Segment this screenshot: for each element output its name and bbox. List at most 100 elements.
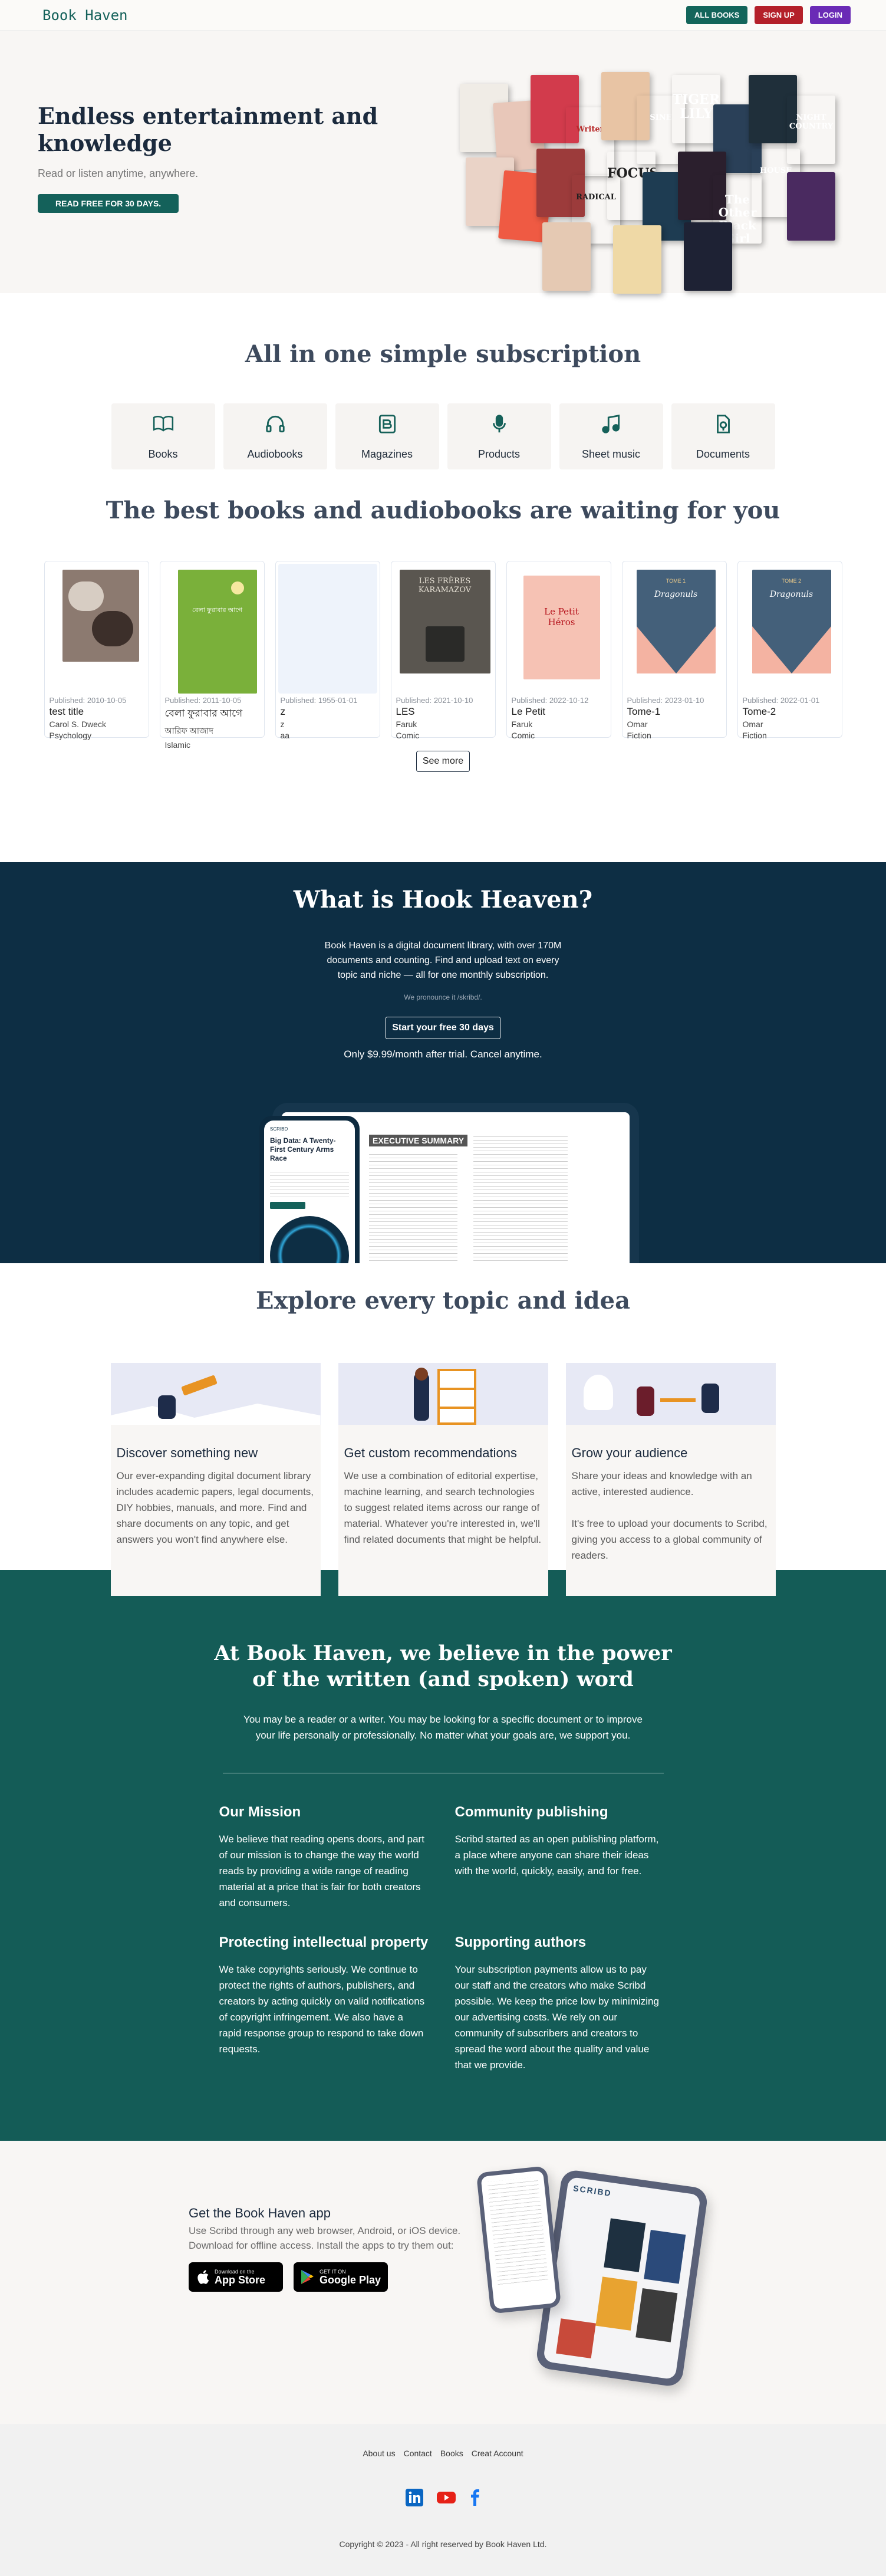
start-free-trial-button[interactable]: Start your free 30 days (386, 1017, 500, 1039)
category-list: Books Audiobooks Magazines Products Shee… (0, 403, 886, 469)
google-play-badge[interactable]: GET IT ON Google Play (294, 2262, 388, 2292)
explore-card-list: Discover something new Our ever-expandin… (0, 1363, 886, 1596)
category-sheet-music[interactable]: Sheet music (559, 403, 663, 469)
category-magazines[interactable]: Magazines (335, 403, 439, 469)
google-play-big-text: Google Play (320, 2274, 381, 2286)
explore-card: Grow your audience Share your ideas and … (565, 1363, 776, 1596)
book-cover-image (787, 172, 835, 241)
value-text: Your subscription payments allow us to p… (454, 1964, 659, 2071)
explore-card-text: Share your ideas and knowledge with an a… (571, 1470, 752, 1497)
book-author: Faruk (511, 719, 533, 729)
what-is-section: What is Hook Heaven? Book Haven is a dig… (0, 862, 886, 1263)
book-cover: LES FRÈRES KARAMAZOV (393, 564, 493, 694)
footer-link-about[interactable]: About us (363, 2449, 395, 2458)
sign-up-button[interactable]: SIGN UP (755, 6, 803, 24)
value-item: Supporting authors Your subscription pay… (455, 1933, 667, 2073)
app-title: Get the Book Haven app (189, 2206, 331, 2220)
category-audiobooks[interactable]: Audiobooks (223, 403, 327, 469)
explore-card: Get custom recommendations We use a comb… (338, 1363, 548, 1596)
explore-card-heading: Grow your audience (571, 1445, 688, 1460)
login-button[interactable]: LOGIN (809, 6, 851, 24)
book-category: Islamic (164, 740, 191, 750)
book-card[interactable]: বেলা ফুরাবার আগে Published: 2011-10-05 ব… (159, 561, 265, 750)
book-title: বেলা ফুরাবার আগে (164, 708, 243, 719)
book-cover-title: Le Petit Héros (544, 606, 579, 627)
book-published-date: Published: 2022-10-12 (511, 696, 589, 705)
footer-link-create-account[interactable]: Creat Account (472, 2449, 523, 2458)
value-heading: Our Mission (219, 1804, 301, 1820)
best-books-section: The best books and audiobooks are waitin… (0, 497, 886, 862)
book-cover-placeholder (278, 564, 377, 694)
app-store-big-text: App Store (215, 2274, 266, 2286)
explore-section: Explore every topic and idea Discover so… (0, 1263, 886, 1596)
facebook-icon[interactable] (469, 2489, 481, 2506)
book-card[interactable]: Published: 2010-10-05 test title Carol S… (44, 561, 149, 740)
pronunciation-note: We pronounce it /skribd/. (404, 993, 482, 1001)
value-heading: Supporting authors (454, 1934, 587, 1950)
book-title: z (280, 706, 286, 717)
brand-logo[interactable]: Book Haven (42, 7, 128, 24)
category-books[interactable]: Books (111, 403, 215, 469)
footer-link-contact[interactable]: Contact (404, 2449, 432, 2458)
category-label: Sheet music (581, 448, 641, 460)
book-published-date: Published: 2023-01-10 (627, 696, 704, 705)
footer: About us Contact Books Creat Account Cop… (0, 2424, 886, 2576)
book-cover: বেলা ফুরাবার আগে (162, 564, 262, 694)
google-play-icon (301, 2270, 314, 2284)
app-store-badge[interactable]: Download on the App Store (189, 2262, 283, 2292)
explore-card-text: It's free to upload your documents to Sc… (571, 1518, 768, 1561)
book-card[interactable]: LES FRÈRES KARAMAZOV Published: 2021-10-… (390, 561, 496, 740)
believe-section: At Book Haven, we believe in the power o… (0, 1570, 886, 2141)
app-section: Get the Book Haven app Use Scribd throug… (0, 2141, 886, 2424)
book-cover-title: Dragonuls (654, 590, 698, 599)
book-open-icon (153, 415, 173, 432)
what-is-description: Book Haven is a digital document library… (324, 941, 562, 980)
category-products[interactable]: Products (447, 403, 551, 469)
explore-title: Explore every topic and idea (255, 1287, 631, 1315)
book-cover: Le Petit Héros (509, 564, 608, 694)
book-cover-image (613, 225, 661, 294)
book-published-date: Published: 2010-10-05 (49, 696, 127, 705)
best-books-title: The best books and audiobooks are waitin… (106, 497, 780, 524)
explore-card-heading: Discover something new (116, 1445, 258, 1460)
read-free-button[interactable]: READ FREE FOR 30 DAYS. (38, 194, 179, 213)
book-category: Comic (511, 731, 535, 740)
see-more-button[interactable]: See more (416, 751, 470, 772)
book-cover-title: Dragonuls (769, 590, 813, 599)
all-books-button[interactable]: ALL BOOKS (686, 6, 748, 24)
category-documents[interactable]: Documents (671, 403, 775, 469)
book-card[interactable]: TOME 1 Dragonuls Published: 2023-01-10 T… (621, 561, 727, 740)
bookshelf-illustration (338, 1363, 548, 1425)
footer-links: About us Contact Books Creat Account (0, 2424, 886, 2458)
headphones-icon (265, 415, 285, 432)
apple-icon (197, 2270, 209, 2284)
book-published-date: Published: 2011-10-05 (164, 696, 242, 705)
linkedin-icon[interactable] (405, 2489, 423, 2506)
hero-book-collage: Writer SINE TIGER LILY NIGHT COUNTRY RAD… (454, 72, 855, 294)
book-card[interactable]: Published: 1955-01-01 z z aa (275, 561, 380, 740)
category-label: Documents (696, 448, 750, 460)
book-card[interactable]: TOME 2 Dragonuls Published: 2022-01-01 T… (737, 561, 842, 740)
explore-card-text: We use a combination of editorial expert… (344, 1470, 542, 1545)
youtube-icon[interactable] (436, 2489, 456, 2506)
book-author: Omar (627, 719, 648, 729)
value-text: We take copyrights seriously. We continu… (219, 1964, 425, 2055)
value-item: Community publishing Scribd started as a… (455, 1803, 667, 1911)
footer-link-books[interactable]: Books (440, 2449, 463, 2458)
book-author: z (280, 719, 285, 729)
explore-card-heading: Get custom recommendations (344, 1445, 517, 1460)
nav-buttons: ALL BOOKS SIGN UP LOGIN (686, 6, 851, 24)
doc-heading: EXECUTIVE SUMMARY (369, 1135, 468, 1146)
book-author: আরিফ আজাদ (164, 726, 213, 735)
app-devices-illustration: SCRIBD (476, 2166, 719, 2393)
values-grid: Our Mission We believe that reading open… (219, 1803, 667, 2073)
price-note: Only $9.99/month after trial. Cancel any… (344, 1049, 542, 1060)
app-description: Use Scribd through any web browser, Andr… (189, 2225, 461, 2251)
tablet-brand: SCRIBD (572, 2183, 612, 2199)
book-title: Tome-2 (742, 706, 776, 717)
book-card[interactable]: Le Petit Héros Published: 2022-10-12 Le … (506, 561, 611, 740)
book-title: LES (396, 706, 415, 717)
store-badges: Download on the App Store GET IT ON Goog… (189, 2262, 469, 2292)
book-cover: TOME 1 Dragonuls (624, 564, 724, 694)
value-heading: Community publishing (454, 1804, 608, 1820)
